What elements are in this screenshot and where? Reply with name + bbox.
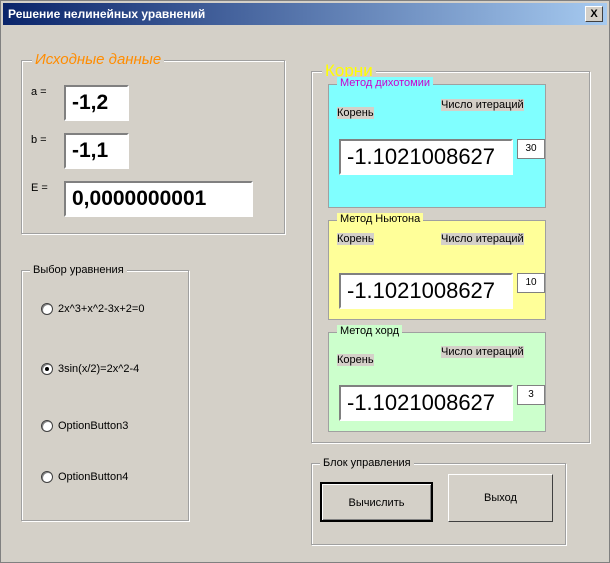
control-frame: Блок управления Вычислить Выход — [311, 457, 566, 545]
input-data-caption: Исходные данные — [32, 51, 165, 68]
iterations-label: Число итераций — [441, 346, 524, 358]
equation-option-1[interactable]: 2x^3+x^2-3x+2=0 — [41, 303, 144, 315]
field-e-label: E = — [31, 182, 48, 194]
roots-frame: Корни Метод дихотомии Корень Число итера… — [311, 61, 590, 443]
input-data-frame: Исходные данные a = -1,2 b = -1,1 E = 0,… — [21, 51, 285, 234]
root-label: Корень — [337, 107, 374, 119]
exit-button[interactable]: Выход — [448, 474, 553, 522]
compute-button[interactable]: Вычислить — [320, 482, 433, 522]
iterations-label: Число итераций — [441, 99, 524, 111]
field-a-value[interactable]: -1,2 — [64, 85, 129, 121]
equation-option-label: 2x^3+x^2-3x+2=0 — [58, 303, 145, 315]
method-bisection-frame: Метод дихотомии Корень Число итераций -1… — [328, 77, 546, 208]
close-button[interactable]: X — [585, 6, 603, 22]
newton-root-value[interactable]: -1.1021008627 — [339, 273, 513, 309]
radio-button-icon[interactable] — [41, 303, 53, 315]
equation-option-label: OptionButton3 — [58, 420, 129, 432]
control-caption: Блок управления — [320, 457, 414, 469]
bisection-iterations-value[interactable]: 30 — [517, 139, 545, 159]
equation-select-caption: Выбор уравнения — [30, 264, 127, 276]
method-chord-frame: Метод хорд Корень Число итераций -1.1021… — [328, 325, 546, 432]
field-b-value[interactable]: -1,1 — [64, 133, 129, 169]
equation-option-4[interactable]: OptionButton4 — [41, 471, 128, 483]
newton-iterations-value[interactable]: 10 — [517, 273, 545, 293]
equation-option-2[interactable]: 3sin(x/2)=2x^2-4 — [41, 363, 139, 375]
radio-button-checked-icon[interactable] — [41, 363, 53, 375]
window-title: Решение нелинейных уравнений — [8, 7, 206, 21]
root-label: Корень — [337, 354, 374, 366]
field-e-value[interactable]: 0,0000000001 — [64, 181, 253, 217]
method-newton-caption: Метод Ньютона — [337, 213, 424, 225]
chord-root-value[interactable]: -1.1021008627 — [339, 385, 513, 421]
method-bisection-caption: Метод дихотомии — [337, 77, 434, 89]
iterations-label: Число итераций — [441, 233, 524, 245]
equation-option-label: 3sin(x/2)=2x^2-4 — [58, 363, 140, 375]
field-a-label: a = — [31, 86, 47, 98]
field-b-label: b = — [31, 134, 47, 146]
equation-option-label: OptionButton4 — [58, 471, 129, 483]
radio-button-icon[interactable] — [41, 471, 53, 483]
method-newton-frame: Метод Ньютона Корень Число итераций -1.1… — [328, 213, 546, 320]
equation-select-frame: Выбор уравнения 2x^3+x^2-3x+2=0 3sin(x/2… — [21, 264, 189, 521]
chord-iterations-value[interactable]: 3 — [517, 385, 545, 405]
radio-button-icon[interactable] — [41, 420, 53, 432]
equation-option-3[interactable]: OptionButton3 — [41, 420, 128, 432]
main-window: Решение нелинейных уравнений X Исходные … — [0, 0, 610, 563]
title-bar[interactable]: Решение нелинейных уравнений X — [3, 3, 607, 25]
root-label: Корень — [337, 233, 374, 245]
method-chord-caption: Метод хорд — [337, 325, 403, 337]
bisection-root-value[interactable]: -1.1021008627 — [339, 139, 513, 175]
